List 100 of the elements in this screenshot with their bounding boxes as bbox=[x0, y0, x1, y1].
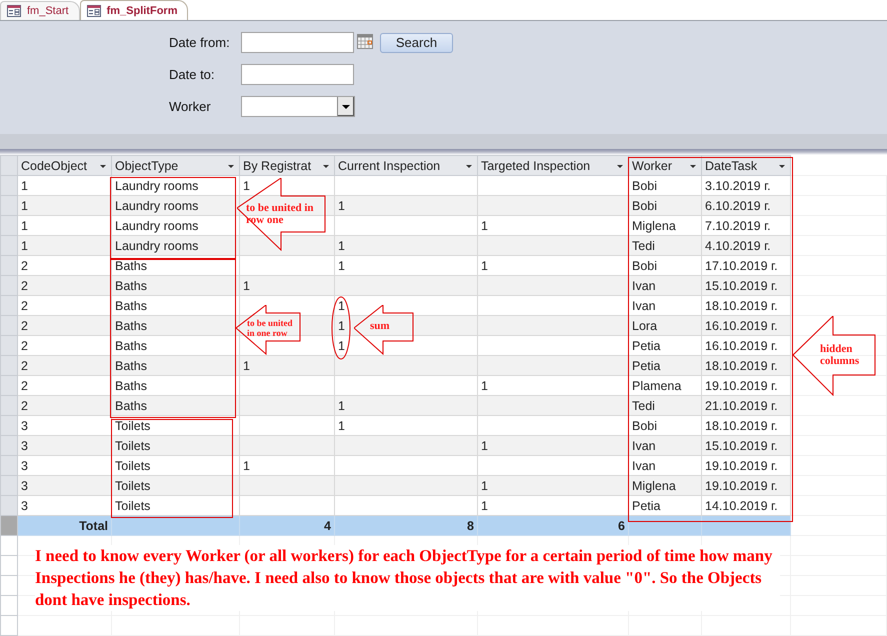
row-selector[interactable] bbox=[0, 456, 18, 476]
table-cell: Bobi bbox=[632, 198, 658, 212]
sort-arrow-icon[interactable] bbox=[690, 165, 696, 168]
table-cell: 15.10.2019 г. bbox=[705, 438, 778, 452]
sort-arrow-icon[interactable] bbox=[466, 165, 472, 168]
table-cell: 4.10.2019 г. bbox=[705, 238, 771, 252]
table-cell: Baths bbox=[115, 378, 147, 392]
table-cell: 17.10.2019 г. bbox=[705, 258, 778, 272]
table-cell: Lora bbox=[632, 318, 658, 332]
table-cell: Bobi bbox=[632, 178, 658, 192]
table-cell: Bobi bbox=[632, 418, 658, 432]
table-cell: 1 bbox=[481, 378, 488, 392]
search-button[interactable]: Search bbox=[380, 32, 453, 52]
row-selector[interactable] bbox=[0, 236, 18, 256]
table-cell: 16.10.2019 г. bbox=[705, 318, 778, 332]
sort-arrow-icon[interactable] bbox=[228, 165, 234, 168]
row-selector[interactable] bbox=[0, 496, 18, 516]
sort-arrow-icon[interactable] bbox=[100, 165, 106, 168]
column-header[interactable]: Current Inspection bbox=[334, 156, 478, 176]
table-cell: 2 bbox=[21, 378, 28, 392]
table-cell: Toilets bbox=[115, 418, 150, 432]
table-cell: 3.10.2019 г. bbox=[705, 178, 771, 192]
table-cell: Miglena bbox=[632, 218, 676, 232]
total-value: 4 bbox=[324, 518, 331, 532]
table-cell: Baths bbox=[115, 278, 147, 292]
left-arrow-drawing bbox=[354, 305, 414, 355]
table-cell: 15.10.2019 г. bbox=[705, 278, 778, 292]
sort-arrow-icon[interactable] bbox=[323, 165, 329, 168]
column-header[interactable]: By Registrat bbox=[240, 156, 334, 176]
row-selector[interactable] bbox=[0, 216, 18, 236]
table-cell: 7.10.2019 г. bbox=[705, 218, 771, 232]
table-cell: 1 bbox=[338, 198, 345, 212]
table-cell: Petia bbox=[632, 358, 660, 372]
row-selector[interactable] bbox=[0, 276, 18, 296]
column-header[interactable]: DateTask bbox=[702, 156, 790, 176]
worker-dropdown[interactable] bbox=[241, 96, 355, 117]
total-value: 8 bbox=[467, 518, 474, 532]
form-icon bbox=[86, 4, 101, 16]
form-tab[interactable]: fm_Start bbox=[0, 1, 80, 20]
column-header[interactable]: Targeted Inspection bbox=[478, 156, 628, 176]
row-selector[interactable] bbox=[0, 316, 18, 336]
row-selector[interactable] bbox=[0, 376, 18, 396]
table-cell: 3 bbox=[21, 418, 28, 432]
table-cell: Toilets bbox=[115, 478, 150, 492]
form-tab[interactable]: fm_SplitForm bbox=[80, 0, 188, 20]
field-label: Date to: bbox=[169, 67, 216, 82]
table-cell: Plamena bbox=[632, 378, 682, 392]
table-cell: Laundry rooms bbox=[115, 198, 198, 212]
table-cell: Petia bbox=[632, 338, 660, 352]
table-cell: 3 bbox=[21, 478, 28, 492]
column-header[interactable]: CodeObject bbox=[18, 156, 112, 176]
table-cell: Baths bbox=[115, 298, 147, 312]
total-label: Total bbox=[79, 518, 108, 532]
row-selector[interactable] bbox=[0, 196, 18, 216]
table-cell: 1 bbox=[338, 398, 345, 412]
table-cell: 1 bbox=[243, 458, 250, 472]
select-all-corner[interactable] bbox=[0, 156, 18, 176]
annotation-text: to be united in one row bbox=[247, 319, 294, 339]
table-cell: 1 bbox=[338, 238, 345, 252]
row-selector[interactable] bbox=[0, 336, 18, 356]
table-cell: Laundry rooms bbox=[115, 178, 198, 192]
row-selector[interactable] bbox=[0, 256, 18, 276]
row-selector[interactable] bbox=[0, 476, 18, 496]
table-cell: 3 bbox=[21, 438, 28, 452]
table-cell: 1 bbox=[21, 178, 28, 192]
table-cell: Laundry rooms bbox=[115, 238, 198, 252]
table-cell: Toilets bbox=[115, 498, 150, 512]
table-cell: Baths bbox=[115, 258, 147, 272]
table-cell: 21.10.2019 г. bbox=[705, 398, 778, 412]
table-cell: Toilets bbox=[115, 458, 150, 472]
row-selector[interactable] bbox=[0, 416, 18, 436]
row-selector[interactable] bbox=[0, 436, 18, 456]
table-cell: 19.10.2019 г. bbox=[705, 458, 778, 472]
table-cell: 2 bbox=[21, 278, 28, 292]
row-selector[interactable] bbox=[0, 396, 18, 416]
table-cell: 2 bbox=[21, 398, 28, 412]
table-cell: 18.10.2019 г. bbox=[705, 418, 778, 432]
column-header[interactable]: ObjectType bbox=[112, 156, 240, 176]
table-cell: 3 bbox=[21, 458, 28, 472]
table-cell: 3 bbox=[21, 498, 28, 512]
sort-arrow-icon[interactable] bbox=[617, 165, 623, 168]
table-cell: 1 bbox=[243, 278, 250, 292]
field-label: Worker bbox=[169, 99, 212, 114]
table-cell: 18.10.2019 г. bbox=[705, 358, 778, 372]
table-cell: Ivan bbox=[632, 438, 656, 452]
row-selector[interactable] bbox=[0, 176, 18, 196]
column-header[interactable]: Worker bbox=[628, 156, 702, 176]
splitter-bar[interactable] bbox=[0, 134, 887, 155]
table-cell: Baths bbox=[115, 338, 147, 352]
row-selector[interactable] bbox=[0, 356, 18, 376]
table-cell: 2 bbox=[21, 258, 28, 272]
sort-arrow-icon[interactable] bbox=[779, 165, 785, 168]
row-selector[interactable] bbox=[0, 296, 18, 316]
dropdown-arrow-icon bbox=[342, 104, 350, 108]
calendar-icon[interactable] bbox=[357, 34, 373, 48]
date-to-field[interactable] bbox=[241, 64, 354, 85]
total-value: 6 bbox=[618, 518, 625, 532]
table-cell: 1 bbox=[481, 498, 488, 512]
table-cell: 19.10.2019 г. bbox=[705, 478, 778, 492]
date-from-field[interactable] bbox=[241, 32, 354, 53]
